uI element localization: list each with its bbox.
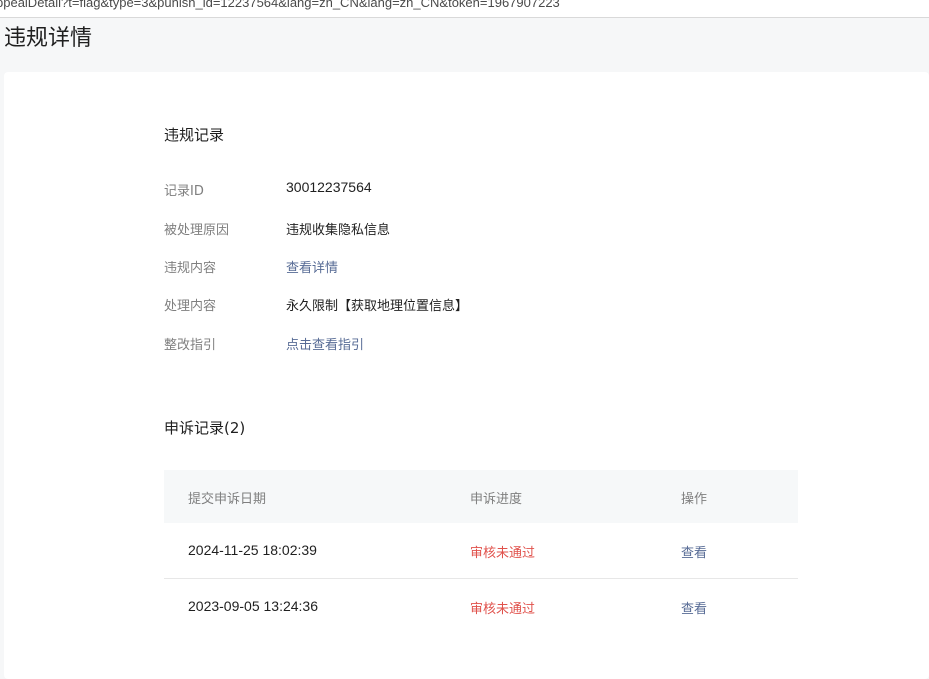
table-row: 2024-11-25 18:02:39 审核未通过 查看 bbox=[164, 523, 798, 579]
view-appeal-button[interactable]: 查看 bbox=[681, 542, 707, 561]
appeal-section-title: 申诉记录(2) bbox=[164, 419, 246, 437]
handling-label: 处理内容 bbox=[164, 299, 217, 314]
handling-value: 永久限制【获取地理位置信息】 bbox=[286, 299, 469, 314]
record-id-value: 30012237564 bbox=[286, 179, 372, 195]
appeal-status: 审核未通过 bbox=[470, 602, 536, 617]
reason-label: 被处理原因 bbox=[164, 223, 230, 238]
content-label: 违规内容 bbox=[164, 261, 217, 276]
detail-card: 违规记录 记录ID 30012237564 被处理原因 违规收集隐私信息 违规内… bbox=[4, 72, 929, 679]
view-details-link[interactable]: 查看详情 bbox=[286, 257, 338, 276]
reason-value: 违规收集隐私信息 bbox=[286, 223, 391, 238]
appeal-date: 2023-09-05 13:24:36 bbox=[188, 598, 318, 614]
column-header-status: 申诉进度 bbox=[470, 492, 523, 507]
record-id-label: 记录ID bbox=[164, 184, 204, 199]
view-guide-link[interactable]: 点击查看指引 bbox=[286, 334, 364, 353]
violation-section-title: 违规记录 bbox=[164, 126, 225, 144]
page-title: 违规详情 bbox=[4, 26, 93, 51]
guide-label: 整改指引 bbox=[164, 338, 217, 353]
view-appeal-button[interactable]: 查看 bbox=[681, 598, 707, 617]
column-header-action: 操作 bbox=[681, 492, 708, 507]
table-header: 提交申诉日期 申诉进度 操作 bbox=[164, 470, 798, 523]
appeal-table: 提交申诉日期 申诉进度 操作 2024-11-25 18:02:39 审核未通过… bbox=[164, 470, 798, 635]
appeal-date: 2024-11-25 18:02:39 bbox=[188, 542, 317, 558]
appeal-status: 审核未通过 bbox=[470, 546, 536, 561]
column-header-date: 提交申诉日期 bbox=[188, 492, 267, 507]
table-row: 2023-09-05 13:24:36 审核未通过 查看 bbox=[164, 579, 798, 635]
url-text: ppealDetail?t=flag&type=3&punish_id=1223… bbox=[0, 0, 560, 10]
address-bar[interactable]: ppealDetail?t=flag&type=3&punish_id=1223… bbox=[0, 0, 929, 18]
